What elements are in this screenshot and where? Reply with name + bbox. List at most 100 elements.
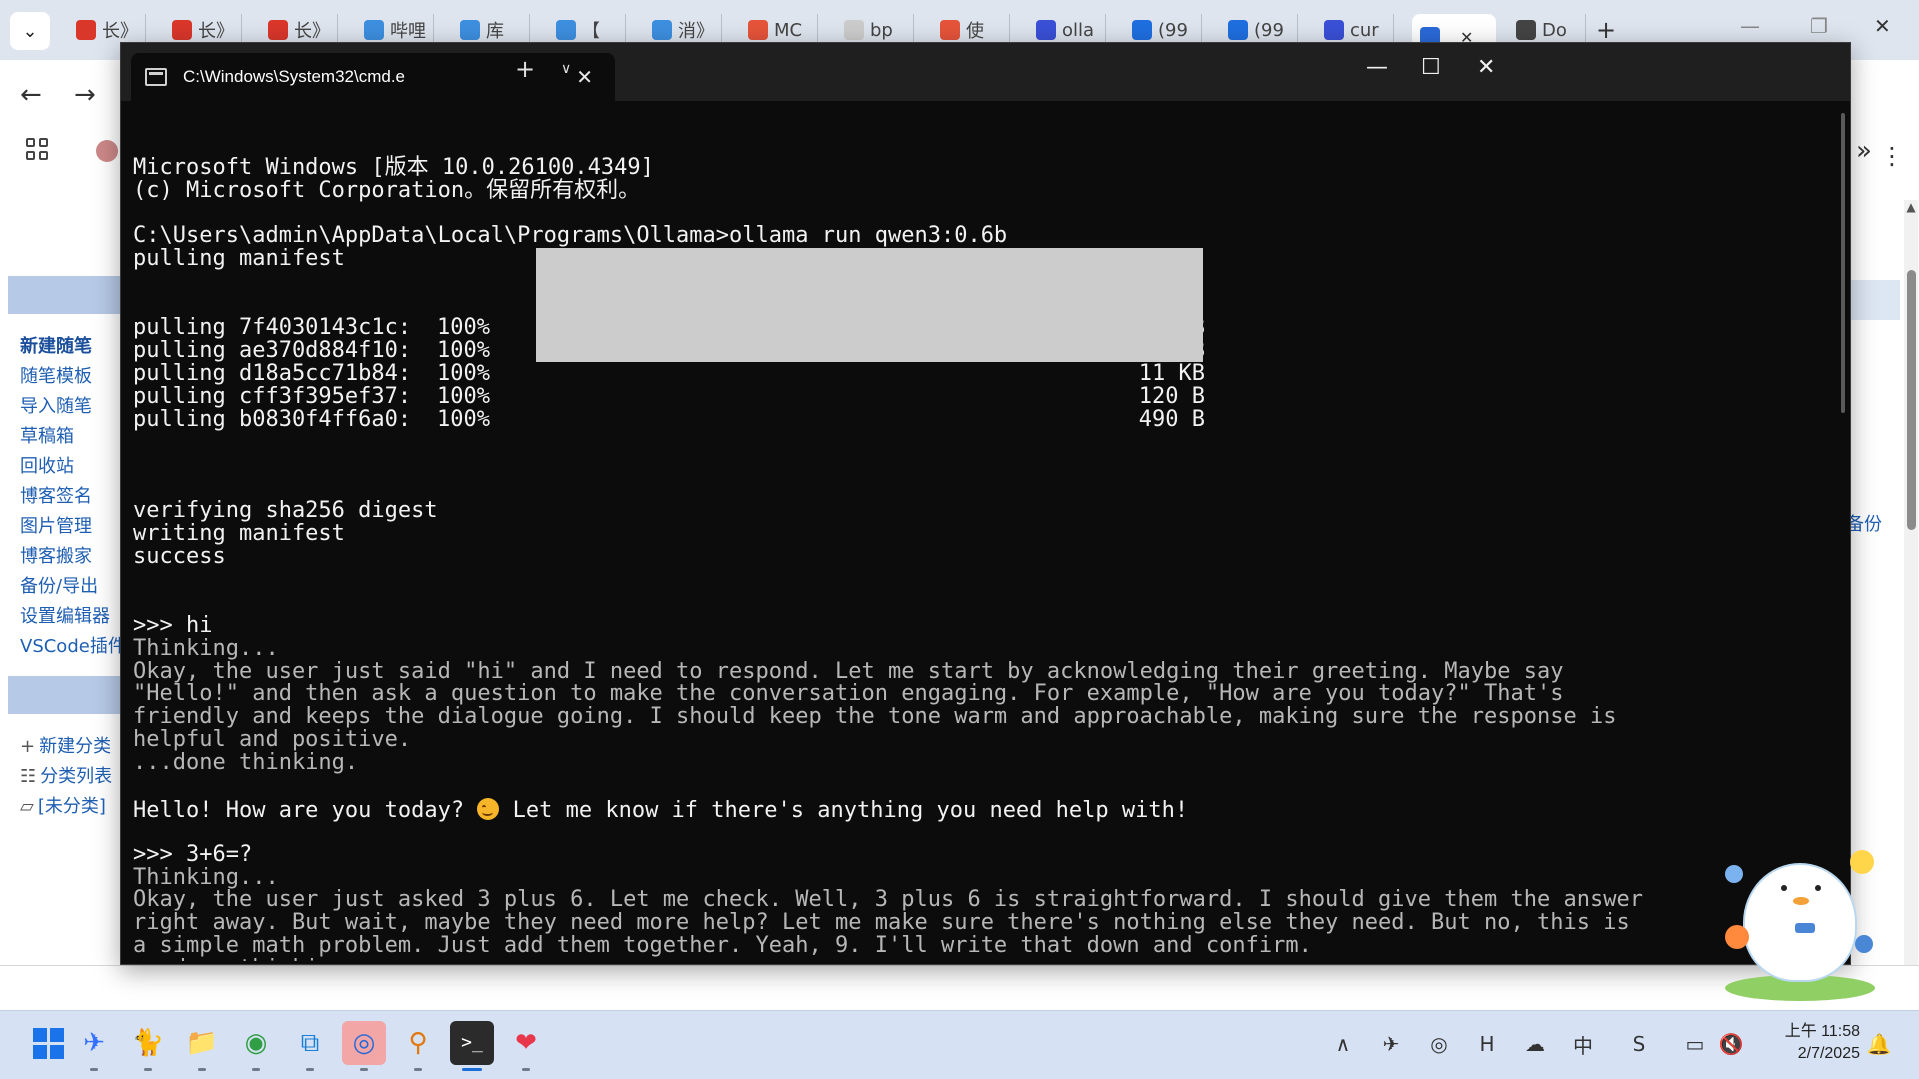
sidebar-link[interactable]: 设置编辑器 — [20, 602, 110, 628]
tab-label: 哔哩 — [390, 21, 426, 42]
browser-close-icon[interactable]: ✕ — [1874, 14, 1891, 38]
terminal-tab[interactable]: C:\Windows\System32\cmd.e ✕ — [131, 53, 615, 101]
tab-label: Do — [1542, 19, 1567, 41]
taskbar-app-terminal[interactable]: >_ — [450, 1021, 494, 1071]
network-icon[interactable]: ▭ — [1682, 1031, 1708, 1057]
pull-percent: 100% — [437, 406, 490, 432]
scroll-up-arrow-icon[interactable]: ▲ — [1904, 200, 1918, 214]
sidebar-link[interactable]: 回收站 — [20, 452, 74, 478]
tab-label: (99 — [1254, 19, 1284, 41]
terminal-tab-title: C:\Windows\System32\cmd.e — [183, 67, 406, 86]
desktop-duck-pet[interactable] — [1725, 835, 1875, 1010]
sidebar-link[interactable]: VSCode插件 — [20, 632, 126, 658]
tab-search-chevron-icon[interactable]: ⌄ — [10, 12, 50, 50]
h-app-tray-icon[interactable]: H — [1474, 1031, 1500, 1057]
page-scrollbar[interactable]: ▲ — [1904, 200, 1918, 1000]
taskbar-app-feishu[interactable]: ✈ — [72, 1021, 116, 1071]
taskbar-app-explorer[interactable]: 📁 — [180, 1021, 224, 1071]
input-method-icon[interactable]: 中 — [1570, 1031, 1596, 1058]
taskbar-app-browser[interactable]: ◎ — [342, 1021, 386, 1071]
sidebar-link[interactable]: 备份/导出 — [20, 572, 98, 598]
pull-percent: 100% — [437, 337, 490, 363]
right-panel-text[interactable]: 备份 — [1846, 510, 1882, 536]
terminal-scrollbar[interactable] — [1841, 113, 1845, 413]
terminal-output[interactable]: Microsoft Windows [版本 10.0.26100.4349] (c… — [133, 111, 1833, 961]
sidebar-link[interactable]: 博客搬家 — [20, 542, 92, 568]
notification-bell-icon[interactable]: 🔔 — [1866, 1031, 1892, 1057]
pull-line: pulling cff3f395ef37: 100% 120 B — [133, 383, 1833, 409]
menu-kebab-icon[interactable]: ⋮ — [1880, 142, 1904, 170]
tab-favicon-icon — [1228, 20, 1248, 40]
forward-arrow-icon[interactable]: → — [74, 80, 96, 110]
sidebar-link[interactable]: 新建随笔 — [20, 332, 92, 358]
back-arrow-icon[interactable]: ← — [20, 80, 42, 110]
pull-size: 490 B — [1138, 406, 1205, 432]
scroll-thumb[interactable] — [1907, 270, 1916, 530]
terminal-window[interactable]: C:\Windows\System32\cmd.e ✕ + ∨ — ☐ ✕ Mi… — [120, 42, 1851, 965]
terminal-dropdown-icon[interactable]: ∨ — [561, 61, 571, 77]
sidebar-link[interactable]: 博客签名 — [20, 482, 92, 508]
vscode-icon: ⧉ — [300, 1028, 320, 1058]
smiling-face-emoji-icon — [477, 797, 500, 820]
chrome-icon: ◉ — [244, 1028, 268, 1058]
wechat-tray-icon[interactable]: ☁ — [1522, 1031, 1548, 1057]
taskbar-app-red[interactable]: ❤ — [504, 1021, 548, 1071]
pull-percent: 100% — [437, 383, 490, 409]
cat-icon: 🐈 — [131, 1028, 165, 1058]
search-icon: ⚲ — [408, 1028, 428, 1058]
category-link[interactable]: + 新建分类 — [20, 732, 111, 758]
browser-tray-icon[interactable]: ◎ — [1426, 1031, 1452, 1057]
feishu-tray-icon[interactable]: ✈ — [1378, 1031, 1404, 1057]
sidebar-link[interactable]: 随笔模板 — [20, 362, 92, 388]
terminal-minimize-icon[interactable]: — — [1366, 55, 1388, 80]
tab-favicon-icon — [1324, 20, 1344, 40]
sogou-icon[interactable]: S — [1626, 1031, 1652, 1057]
taskbar-clock[interactable]: 上午 11:58 2/7/2025 — [1760, 1021, 1860, 1065]
browser-minimize-icon[interactable]: — — [1740, 14, 1760, 38]
taskbar-app-chrome[interactable]: ◉ — [234, 1021, 278, 1071]
tab-label: 长》 — [102, 21, 138, 42]
tab-favicon-icon — [748, 20, 768, 40]
terminal-maximize-icon[interactable]: ☐ — [1421, 55, 1441, 80]
tab-favicon-icon — [556, 20, 576, 40]
taskbar-app-vscode[interactable]: ⧉ — [288, 1021, 332, 1071]
tab-favicon-icon — [844, 20, 864, 40]
tab-label: MC — [774, 19, 803, 41]
terminal-line: (c) Microsoft Corporation。保留所有权利。 — [133, 177, 641, 203]
terminal-icon: >_ — [461, 1032, 483, 1053]
volume-muted-icon[interactable]: 🔇 — [1718, 1031, 1744, 1057]
pull-percent: 100% — [437, 360, 490, 386]
sidebar-link[interactable]: 导入随笔 — [20, 392, 92, 418]
tab-favicon-icon — [1132, 20, 1152, 40]
category-link[interactable]: ☷ 分类列表 — [20, 762, 112, 788]
terminal-line: Microsoft Windows [版本 10.0.26100.4349] — [133, 154, 654, 180]
new-tab-button[interactable]: + — [1596, 16, 1616, 44]
start-button[interactable] — [26, 1021, 70, 1065]
browser-restore-icon[interactable]: ❐ — [1810, 14, 1828, 38]
terminal-close-icon[interactable]: ✕ — [1477, 55, 1495, 80]
windows-logo-icon — [32, 1027, 64, 1059]
category-link-label: [未分类] — [37, 796, 106, 817]
bookmarks-more-icon[interactable]: » — [1856, 136, 1872, 166]
flower-icon — [1850, 850, 1874, 874]
pull-layer-label: pulling cff3f395ef37: — [133, 383, 412, 409]
red-icon: ❤ — [515, 1028, 537, 1058]
chevron-up-icon[interactable]: ∧ — [1330, 1031, 1356, 1057]
flower-icon — [1855, 935, 1873, 953]
close-tab-icon[interactable]: ✕ — [576, 65, 593, 89]
pull-line: pulling b0830f4ff6a0: 100% 490 B — [133, 406, 1833, 432]
terminal-new-tab-icon[interactable]: + — [515, 55, 535, 83]
category-link[interactable]: ▱ [未分类] — [20, 792, 106, 818]
duck-body — [1745, 865, 1855, 980]
taskbar-app-search[interactable]: ⚲ — [396, 1021, 440, 1071]
tab-label: olla — [1062, 19, 1095, 41]
taskbar-app-cat[interactable]: 🐈 — [126, 1021, 170, 1071]
sidebar-link[interactable]: 草稿箱 — [20, 422, 74, 448]
bookmark-avatar[interactable] — [96, 140, 118, 162]
terminal-line: Thinking... — [133, 635, 279, 661]
tab-label: 长》 — [294, 21, 330, 42]
tab-label: (99 — [1158, 19, 1188, 41]
apps-grid-icon[interactable] — [26, 138, 50, 160]
tab-label: 长》 — [198, 21, 234, 42]
sidebar-link[interactable]: 图片管理 — [20, 512, 92, 538]
